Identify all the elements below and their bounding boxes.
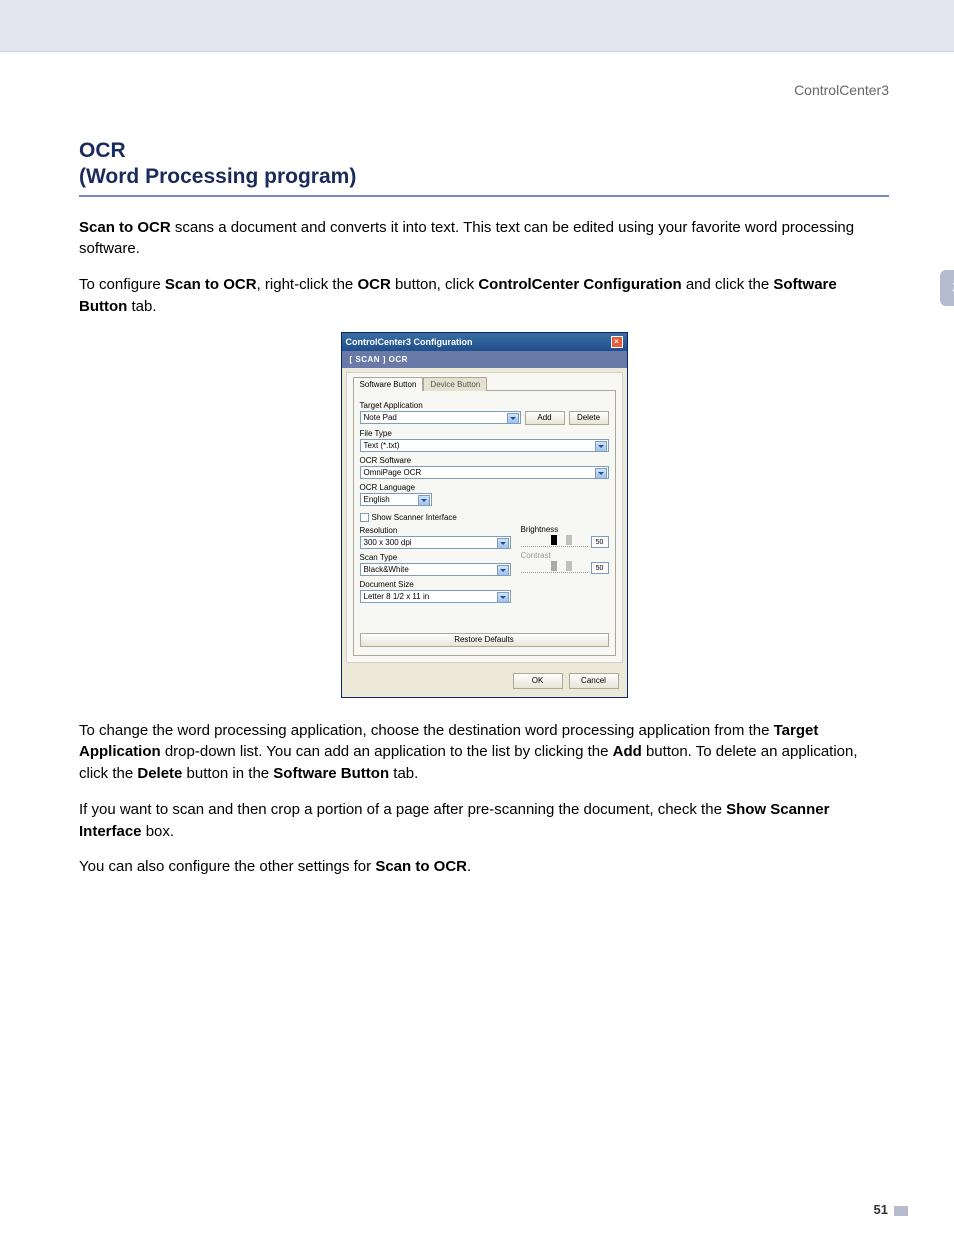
scan-type-select[interactable]: Black&White [360, 563, 511, 576]
text: To change the word processing applicatio… [79, 722, 774, 739]
section-heading: OCR (Word Processing program) [79, 138, 889, 197]
text-bold: Scan to OCR [375, 858, 467, 875]
label-document-size: Document Size [360, 580, 511, 589]
label-show-scanner: Show Scanner Interface [372, 513, 457, 522]
document-size-select[interactable]: Letter 8 1/2 x 11 in [360, 590, 511, 603]
label-ocr-language: OCR Language [360, 483, 609, 492]
text-bold: Scan to OCR [165, 276, 257, 293]
dialog-titlebar: ControlCenter3 Configuration × [342, 333, 627, 351]
label-ocr-software: OCR Software [360, 456, 609, 465]
label-contrast: Contrast [521, 551, 609, 560]
label-resolution: Resolution [360, 526, 511, 535]
text-bold: Software Button [273, 765, 389, 782]
text: You can also configure the other setting… [79, 858, 375, 875]
after-paragraph-3: You can also configure the other setting… [79, 856, 889, 878]
select-value: OmniPage OCR [364, 468, 422, 477]
resolution-select[interactable]: 300 x 300 dpi [360, 536, 511, 549]
select-value: 300 x 300 dpi [364, 538, 412, 547]
breadcrumb: ControlCenter3 [79, 82, 889, 98]
text: tab. [389, 765, 418, 782]
restore-defaults-button[interactable]: Restore Defaults [360, 633, 609, 647]
config-dialog: ControlCenter3 Configuration × [ SCAN ] … [341, 332, 628, 698]
text: To configure [79, 276, 165, 293]
dialog-title: ControlCenter3 Configuration [346, 337, 473, 347]
label-brightness: Brightness [521, 525, 609, 534]
select-value: English [364, 495, 390, 504]
brightness-value[interactable]: 50 [591, 536, 609, 548]
text-bold: OCR [357, 276, 390, 293]
text: and click the [682, 276, 774, 293]
delete-button[interactable]: Delete [569, 411, 609, 425]
add-button[interactable]: Add [525, 411, 565, 425]
contrast-value: 50 [591, 562, 609, 574]
show-scanner-checkbox[interactable] [360, 513, 369, 522]
dialog-subheader: [ SCAN ] OCR [342, 351, 627, 368]
file-type-select[interactable]: Text (*.txt) [360, 439, 609, 452]
text: If you want to scan and then crop a port… [79, 801, 726, 818]
text-bold: Delete [137, 765, 182, 782]
chapter-side-tab: 3 [940, 270, 954, 306]
select-value: Letter 8 1/2 x 11 in [364, 592, 430, 601]
text: . [467, 858, 471, 875]
text: , right-click the [257, 276, 358, 293]
intro-lead: Scan to OCR [79, 219, 171, 236]
intro-rest: scans a document and converts it into te… [79, 219, 854, 258]
text-bold: ControlCenter Configuration [478, 276, 681, 293]
page-number: 51 [874, 1202, 908, 1217]
text: box. [142, 823, 175, 840]
top-bar [0, 0, 954, 52]
select-value: Black&White [364, 565, 409, 574]
ocr-language-select[interactable]: English [360, 493, 432, 506]
target-app-select[interactable]: Note Pad [360, 411, 521, 424]
text: button in the [182, 765, 273, 782]
heading-line-1: OCR [79, 139, 126, 162]
contrast-slider [521, 563, 588, 573]
close-icon[interactable]: × [611, 336, 623, 348]
tab-software-button[interactable]: Software Button [353, 377, 424, 391]
label-target-app: Target Application [360, 401, 609, 410]
text: drop-down list. You can add an applicati… [161, 743, 613, 760]
text: tab. [127, 298, 156, 315]
ok-button[interactable]: OK [513, 673, 563, 689]
ocr-software-select[interactable]: OmniPage OCR [360, 466, 609, 479]
after-paragraph-1: To change the word processing applicatio… [79, 720, 889, 785]
after-paragraph-2: If you want to scan and then crop a port… [79, 799, 889, 843]
intro-paragraph: Scan to OCR scans a document and convert… [79, 217, 889, 261]
label-file-type: File Type [360, 429, 609, 438]
brightness-slider[interactable] [521, 537, 588, 547]
tab-device-button[interactable]: Device Button [423, 377, 487, 391]
label-scan-type: Scan Type [360, 553, 511, 562]
configure-paragraph: To configure Scan to OCR, right-click th… [79, 274, 889, 318]
heading-line-2: (Word Processing program) [79, 165, 356, 188]
select-value: Note Pad [364, 413, 397, 422]
text-bold: Add [613, 743, 642, 760]
select-value: Text (*.txt) [364, 441, 400, 450]
cancel-button[interactable]: Cancel [569, 673, 619, 689]
text: button, click [391, 276, 479, 293]
